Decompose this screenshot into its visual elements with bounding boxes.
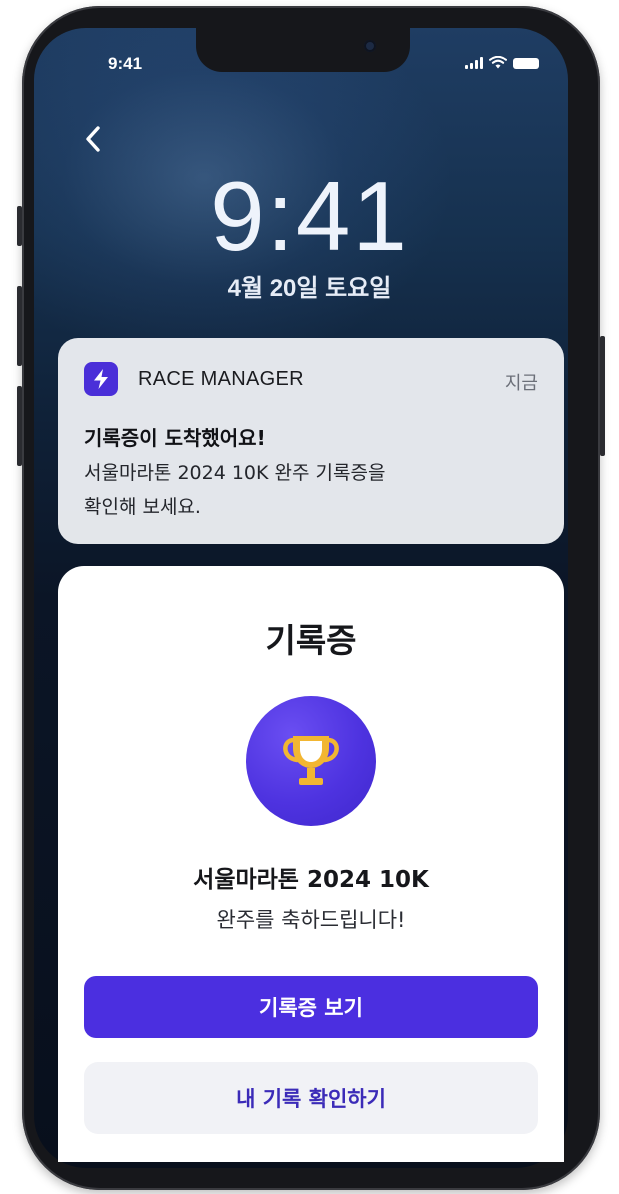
lightning-bolt-icon [94, 369, 108, 389]
status-bar-time: 9:41 [108, 54, 143, 73]
power-button [600, 336, 605, 456]
notification-body: 서울마라톤 2024 10K 완주 기록증을 확인해 보세요. [84, 456, 544, 524]
cellular-signal-icon [465, 57, 483, 69]
view-certificate-button[interactable]: 기록증 보기 [84, 976, 538, 1038]
push-notification[interactable]: RACE MANAGER 지금 기록증이 도착했어요! 서울마라톤 2024 1… [58, 338, 564, 544]
card-title: 기록증 [265, 621, 357, 660]
app-icon [84, 362, 118, 396]
battery-icon [513, 58, 539, 69]
trophy-badge [246, 696, 376, 826]
notification-app-name: RACE MANAGER [138, 368, 304, 390]
check-my-record-button[interactable]: 내 기록 확인하기 [84, 1062, 538, 1134]
notification-body-line: 서울마라톤 2024 10K 완주 기록증을 [84, 462, 386, 484]
chevron-left-icon [86, 126, 100, 152]
race-name: 서울마라톤 2024 10K [193, 867, 429, 893]
back-button[interactable] [82, 122, 106, 156]
notch [196, 28, 410, 72]
status-bar-icons [465, 56, 539, 69]
front-camera [364, 40, 376, 52]
congrats-message: 완주를 축하드립니다! [216, 908, 406, 932]
notification-title: 기록증이 도착했어요! [84, 426, 266, 450]
notification-time: 지금 [504, 373, 538, 394]
trophy-icon [283, 736, 339, 785]
lock-screen-date: 4월 20일 토요일 [227, 275, 392, 302]
volume-down-button [17, 386, 22, 466]
notification-body-line: 확인해 보세요. [84, 496, 201, 518]
lock-screen-clock: 9:41 [210, 161, 409, 271]
certificate-card: 기록증 서울마라톤 2024 10K 완주를 축하드립니다! 기록증 보기 내 … [58, 566, 564, 1162]
wifi-icon [489, 56, 507, 69]
